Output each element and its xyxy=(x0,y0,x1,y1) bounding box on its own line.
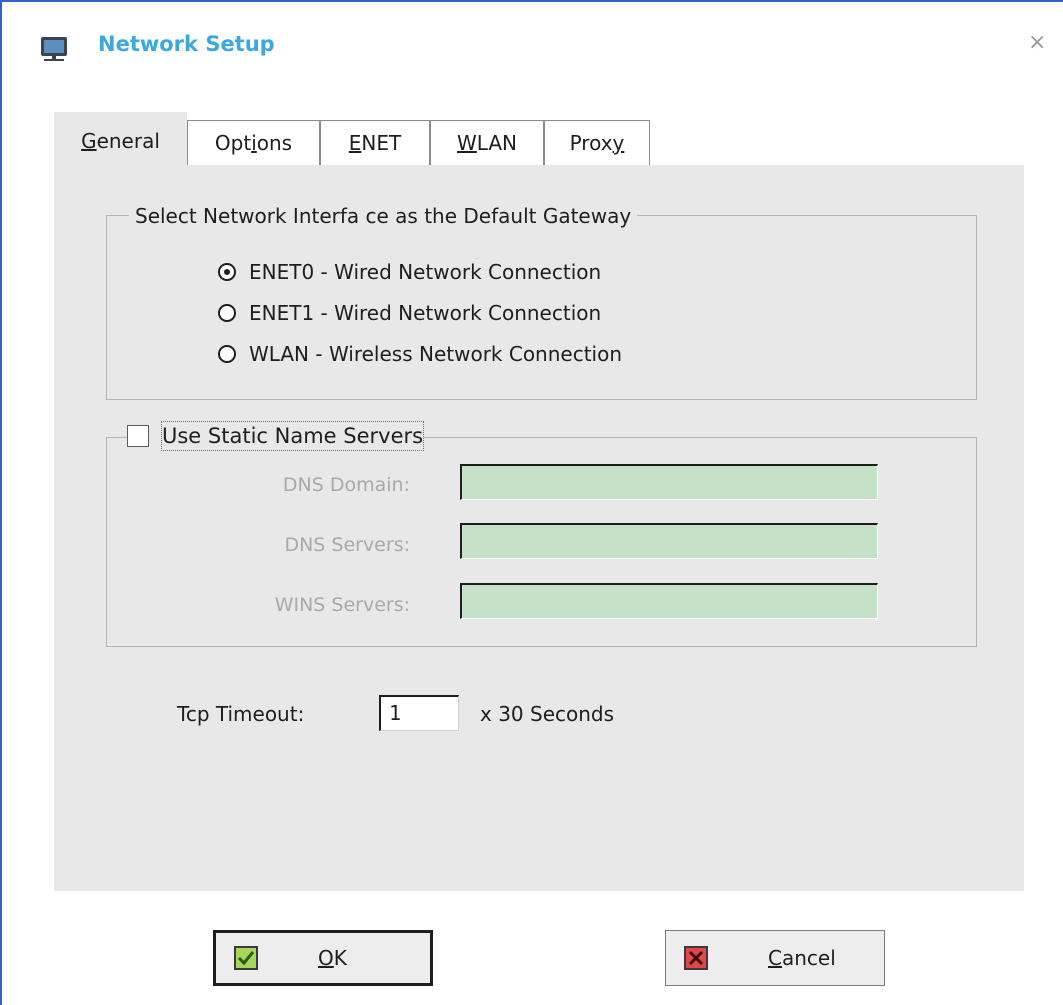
static-name-servers-label: Use Static Name Servers xyxy=(161,421,425,451)
network-setup-icon xyxy=(41,37,67,61)
tab-wlan-mnemonic: W xyxy=(456,131,477,155)
network-setup-window: Network Setup × General Options ENET WLA… xyxy=(0,0,1063,1005)
tab-wlan[interactable]: WLAN xyxy=(430,120,544,165)
cancel-button-label: Cancel xyxy=(768,946,836,970)
dns-domain-label: DNS Domain: xyxy=(282,474,410,496)
dns-servers-field[interactable] xyxy=(460,523,878,559)
window-title: Network Setup xyxy=(98,32,275,56)
wins-servers-field[interactable] xyxy=(460,583,878,619)
tab-options-pre: Opt xyxy=(214,131,252,155)
cancel-button[interactable]: Cancel xyxy=(665,930,885,986)
checkmark-icon xyxy=(234,946,258,970)
tab-enet[interactable]: ENET xyxy=(320,120,430,165)
static-name-servers-checkbox-box[interactable] xyxy=(127,425,149,447)
radio-enet1-label: ENET1 - Wired Network Connection xyxy=(249,301,602,325)
tab-general-rest: eneral xyxy=(96,129,160,153)
tab-wlan-rest: LAN xyxy=(476,131,518,155)
radio-wlan-label: WLAN - Wireless Network Connection xyxy=(249,342,623,366)
cross-icon xyxy=(684,946,708,970)
tab-options[interactable]: Options xyxy=(187,120,320,165)
tab-general[interactable]: General xyxy=(54,112,187,166)
tab-proxy[interactable]: Proxy xyxy=(544,120,650,165)
ok-button-label: OK xyxy=(318,946,347,970)
ok-rest: K xyxy=(333,946,347,970)
ok-button[interactable]: OK xyxy=(213,930,433,986)
cancel-mnemonic: C xyxy=(768,946,782,970)
close-icon[interactable]: × xyxy=(1028,30,1046,55)
cancel-rest: ancel xyxy=(781,946,836,970)
tcp-timeout-label: Tcp Timeout: xyxy=(177,702,305,726)
tcp-timeout-input[interactable]: 1 xyxy=(379,695,459,731)
dns-servers-label: DNS Servers: xyxy=(284,534,410,556)
ok-mnemonic: O xyxy=(318,946,334,970)
tab-options-rest: ons xyxy=(256,131,293,155)
radio-enet0-label: ENET0 - Wired Network Connection xyxy=(249,260,602,284)
wins-servers-label: WINS Servers: xyxy=(274,594,410,616)
tab-general-mnemonic: G xyxy=(81,129,97,153)
radio-enet0-button[interactable] xyxy=(218,263,236,281)
tab-enet-mnemonic: E xyxy=(348,131,362,155)
tcp-timeout-suffix: x 30 Seconds xyxy=(480,702,615,726)
tab-proxy-mnemonic: y xyxy=(612,131,625,155)
gateway-group-legend: Select Network Interfa ce as the Default… xyxy=(129,204,638,228)
radio-enet1[interactable]: ENET1 - Wired Network Connection xyxy=(218,298,601,328)
tab-enet-rest: NET xyxy=(361,131,402,155)
static-name-servers-checkbox[interactable]: Use Static Name Servers xyxy=(127,417,425,455)
radio-enet0[interactable]: ENET0 - Wired Network Connection xyxy=(218,257,601,287)
radio-wlan-button[interactable] xyxy=(218,345,236,363)
radio-enet1-button[interactable] xyxy=(218,304,236,322)
dns-domain-field[interactable] xyxy=(460,464,878,500)
tab-proxy-pre: Prox xyxy=(569,131,613,155)
radio-wlan[interactable]: WLAN - Wireless Network Connection xyxy=(218,339,622,369)
